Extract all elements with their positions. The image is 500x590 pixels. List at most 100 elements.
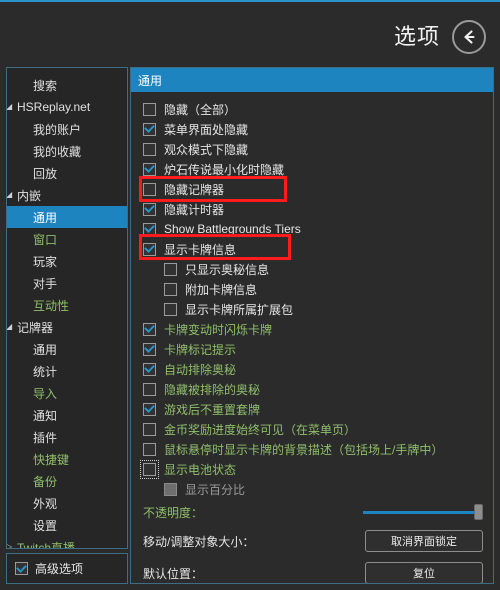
option-checkbox[interactable] (143, 322, 156, 336)
sidebar-item-label: 对手 (33, 276, 58, 291)
option-checkbox[interactable] (164, 282, 177, 296)
option-checkbox[interactable] (164, 262, 177, 276)
option-row-14[interactable]: 隐藏被排除的奥秘 (131, 379, 493, 399)
tab-general[interactable]: 通用 (138, 72, 162, 89)
option-label: 菜单界面处隐藏 (164, 122, 249, 137)
option-label: 只显示奥秘信息 (185, 262, 270, 277)
option-checkbox[interactable] (143, 442, 156, 456)
sidebar-item-19[interactable]: 外观 (7, 492, 127, 514)
option-checkbox-list: 隐藏（全部） 菜单界面处隐藏 观众模式下隐藏炉石传说最小化时隐藏 隐藏记牌器隐藏计时器… (131, 99, 493, 499)
option-checkbox[interactable] (143, 102, 156, 116)
sidebar-item-11[interactable]: ◢ 记牌器 (7, 316, 127, 338)
option-checkbox[interactable] (143, 202, 156, 216)
opacity-slider[interactable] (363, 504, 483, 520)
option-checkbox[interactable] (143, 122, 156, 136)
option-checkbox[interactable] (164, 302, 177, 316)
option-label: 观众模式下隐藏 (164, 142, 249, 157)
sidebar-item-3[interactable]: 我的收藏 (7, 140, 127, 162)
sidebar-item-12[interactable]: 通用 (7, 338, 127, 360)
sidebar-item-14[interactable]: 导入 (7, 382, 127, 404)
sidebar-item-8[interactable]: 玩家 (7, 250, 127, 272)
option-checkbox[interactable] (143, 222, 156, 236)
sidebar-item-label: 导入 (33, 386, 58, 401)
option-label: 显示卡牌所属扩展包 (185, 302, 294, 317)
sidebar-item-18[interactable]: 备份 (7, 470, 127, 492)
header-right-group: 选项 (394, 20, 486, 54)
back-button[interactable] (452, 20, 486, 54)
default-position-label: 默认位置： (143, 566, 204, 581)
sidebar-item-15[interactable]: 通知 (7, 404, 127, 426)
sidebar-item-1[interactable]: ◢ HSReplay.net (7, 96, 127, 118)
option-label: 隐藏记牌器 (164, 182, 225, 197)
opacity-row: 不透明度： (131, 499, 493, 525)
option-label: 隐藏计时器 (164, 202, 225, 217)
sidebar: 搜索 ◢ HSReplay.net 我的账户 我的收藏 回放 ◢ 内嵌 通用 窗口 玩家 对手 互动性 ◢… (6, 67, 128, 549)
chevron-down-icon[interactable]: ◢ (7, 191, 17, 199)
option-row-17[interactable]: 鼠标悬停时显示卡牌的背景描述（包括场上/手牌中） (131, 439, 493, 459)
sidebar-item-label: 回放 (33, 166, 58, 181)
sidebar-item-9[interactable]: 对手 (7, 272, 127, 294)
option-row-8[interactable]: 只显示奥秘信息 (131, 259, 493, 279)
option-label: 炉石传说最小化时隐藏 (164, 162, 285, 177)
option-row-12[interactable]: 卡牌标记提示 (131, 339, 493, 359)
option-label: 鼠标悬停时显示卡牌的背景描述（包括场上/手牌中） (164, 442, 444, 457)
sidebar-item-13[interactable]: 统计 (7, 360, 127, 382)
option-checkbox[interactable] (140, 459, 159, 479)
option-row-3[interactable]: 炉石传说最小化时隐藏 (131, 159, 493, 179)
sidebar-item-16[interactable]: 插件 (7, 426, 127, 448)
opacity-slider-thumb[interactable] (474, 504, 483, 520)
sidebar-item-4[interactable]: 回放 (7, 162, 127, 184)
option-checkbox[interactable] (143, 142, 156, 156)
option-checkbox[interactable] (143, 342, 156, 356)
sidebar-item-20[interactable]: 设置 (7, 514, 127, 536)
option-row-5[interactable]: 隐藏计时器 (131, 199, 493, 219)
sidebar-item-10[interactable]: 互动性 (7, 294, 127, 316)
option-checkbox[interactable] (143, 362, 156, 376)
option-checkbox[interactable] (143, 162, 156, 176)
sidebar-item-6[interactable]: 通用 (7, 206, 127, 228)
advanced-options-checkbox[interactable] (15, 562, 28, 575)
option-label: 卡牌变动时闪烁卡牌 (164, 322, 273, 337)
option-row-16[interactable]: 金币奖励进度始终可见（在菜单页） (131, 419, 493, 439)
unlock-overlay-button[interactable]: 取消界面锁定 (365, 530, 483, 552)
advanced-options-row[interactable]: 高级选项 (6, 553, 128, 584)
chevron-down-icon[interactable]: ◢ (7, 323, 17, 331)
option-checkbox[interactable] (143, 382, 156, 396)
options-content: 隐藏（全部） 菜单界面处隐藏 观众模式下隐藏炉石传说最小化时隐藏 隐藏记牌器隐藏计时器… (131, 92, 493, 583)
sidebar-item-label: 我的账户 (33, 122, 82, 137)
chevron-right-icon[interactable]: ▷ (7, 543, 17, 549)
sidebar-item-label: 统计 (33, 364, 58, 379)
option-checkbox[interactable] (143, 402, 156, 416)
option-row-9[interactable]: 附加卡牌信息 (131, 279, 493, 299)
sidebar-item-label: Twitch直播 (17, 540, 76, 549)
sidebar-item-0[interactable]: 搜索 (7, 74, 127, 96)
opacity-label: 不透明度： (143, 505, 204, 520)
option-row-13[interactable]: 自动排除奥秘 (131, 359, 493, 379)
sidebar-item-2[interactable]: 我的账户 (7, 118, 127, 140)
option-row-6[interactable]: Show Battlegrounds Tiers (131, 219, 493, 239)
option-checkbox[interactable] (143, 182, 156, 196)
option-row-2[interactable]: 观众模式下隐藏 (131, 139, 493, 159)
options-window: 选项 搜索 ◢ HSReplay.net 我的账户 我的收藏 回放 ◢ 内嵌 通用 窗口 玩家 对手互… (0, 0, 500, 590)
option-row-7[interactable]: 显示卡牌信息 (131, 239, 493, 259)
sidebar-item-7[interactable]: 窗口 (7, 228, 127, 250)
sidebar-item-21[interactable]: ▷ Twitch直播 (7, 536, 127, 549)
opacity-slider-track (363, 510, 483, 514)
option-row-15[interactable]: 游戏后不重置套牌 (131, 399, 493, 419)
option-row-0[interactable]: 隐藏（全部） (131, 99, 493, 119)
option-label: 游戏后不重置套牌 (164, 402, 261, 417)
option-checkbox[interactable] (143, 422, 156, 436)
option-row-4[interactable]: 隐藏记牌器 (131, 179, 493, 199)
option-row-11[interactable]: 卡牌变动时闪烁卡牌 (131, 319, 493, 339)
option-row-18[interactable]: 显示电池状态 (131, 459, 493, 479)
reset-position-button[interactable]: 复位 (365, 562, 483, 583)
sidebar-item-5[interactable]: ◢ 内嵌 (7, 184, 127, 206)
sidebar-item-17[interactable]: 快捷键 (7, 448, 127, 470)
move-resize-row: 移动/调整对象大小： 取消界面锁定 (131, 525, 493, 557)
option-row-1[interactable]: 菜单界面处隐藏 (131, 119, 493, 139)
sidebar-item-label: 搜索 (33, 78, 58, 93)
option-row-10[interactable]: 显示卡牌所属扩展包 (131, 299, 493, 319)
chevron-down-icon[interactable]: ◢ (7, 103, 17, 111)
option-checkbox[interactable] (143, 242, 156, 256)
option-label: 隐藏（全部） (164, 102, 237, 117)
